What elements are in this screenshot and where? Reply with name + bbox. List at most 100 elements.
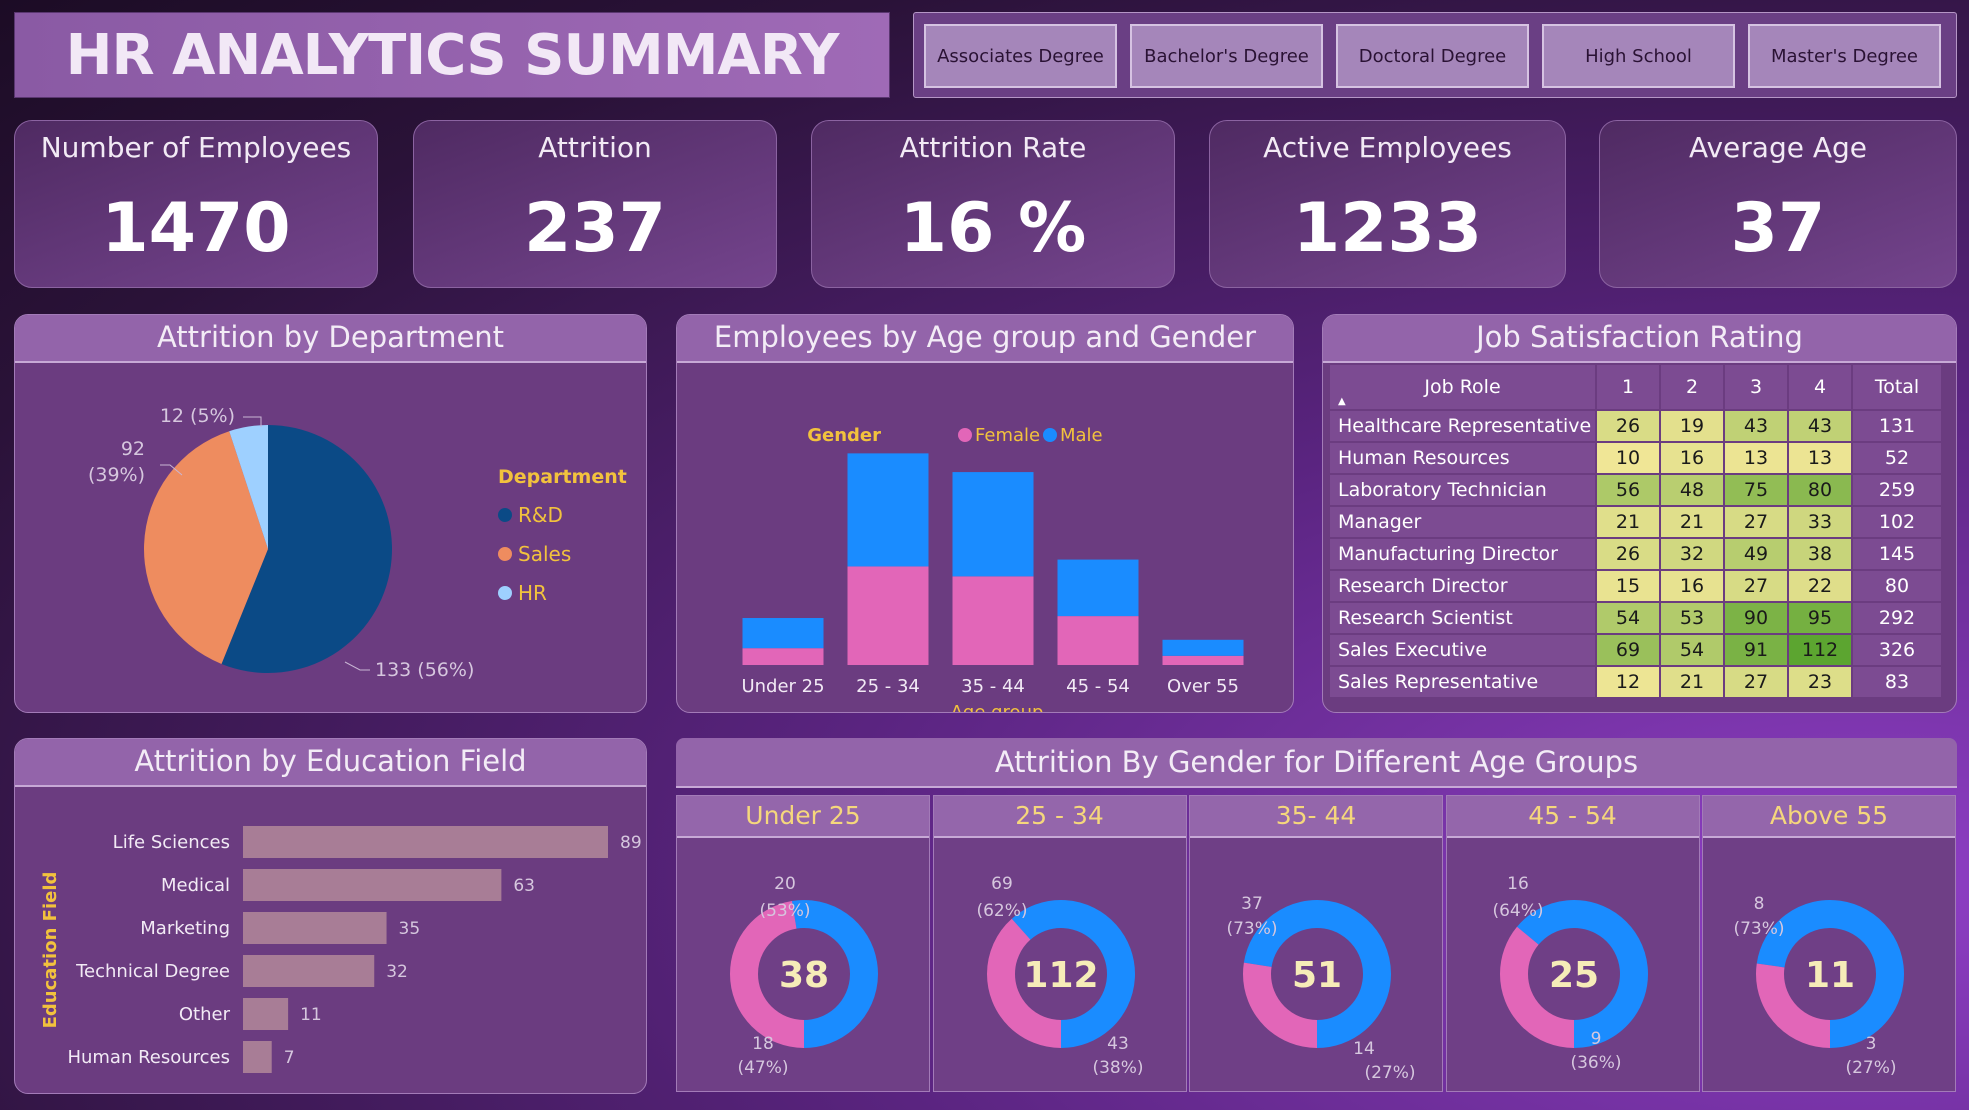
edu-value-label: 35 bbox=[399, 919, 421, 939]
slicer-masters-degree[interactable]: Master's Degree bbox=[1748, 24, 1941, 88]
bar-female bbox=[952, 576, 1034, 665]
kpi-label: Number of Employees bbox=[40, 131, 352, 164]
matrix-header-rating: 3 bbox=[1723, 363, 1789, 411]
matrix-cell: 32 bbox=[1659, 537, 1725, 571]
department-pie-chart: 133 (56%) 92 (39%) 12 (5%) Department R&D Sale… bbox=[88, 405, 627, 681]
panel-title: Attrition by Department bbox=[15, 315, 646, 363]
matrix-job-role: Laboratory Technician bbox=[1328, 473, 1597, 507]
matrix-total: 52 bbox=[1851, 441, 1943, 475]
age-gender-stacked-bar-chart: Gender Female Male Under 25 25 - 34 35 - 44 45… bbox=[741, 425, 1244, 712]
kpi-label: Active Employees bbox=[1263, 131, 1512, 164]
bar-x-tick-label: Under 25 bbox=[741, 676, 824, 697]
bar-male bbox=[952, 472, 1034, 577]
matrix-cell: 26 bbox=[1595, 537, 1661, 571]
bar-legend-female: Female bbox=[975, 425, 1040, 446]
bar-x-tick-label: 25 - 34 bbox=[856, 676, 920, 697]
bar-x-tick-label: Over 55 bbox=[1167, 676, 1239, 697]
kpi-active-employees: Active Employees 1233 bbox=[1209, 120, 1566, 288]
matrix-job-role: Sales Executive bbox=[1328, 633, 1597, 667]
edu-value-label: 63 bbox=[513, 876, 535, 896]
donut-section-title: Attrition By Gender for Different Age Gr… bbox=[676, 738, 1957, 788]
matrix-total: 326 bbox=[1851, 633, 1943, 667]
matrix-row: Manager 21 21 27 33 102 bbox=[1328, 505, 1943, 539]
matrix-cell: 112 bbox=[1787, 633, 1853, 667]
donut-center-total: 25 bbox=[1548, 955, 1598, 996]
legend-dot-icon bbox=[498, 586, 512, 600]
bar-male bbox=[1162, 639, 1244, 656]
matrix-cell: 75 bbox=[1723, 473, 1789, 507]
matrix-job-role: Human Resources bbox=[1328, 441, 1597, 475]
donut-male-count: 69 bbox=[991, 874, 1013, 894]
edu-category-label: Life Sciences bbox=[113, 832, 230, 853]
edu-category-label: Marketing bbox=[140, 918, 230, 939]
edu-y-axis-title: Education Field bbox=[40, 872, 61, 1029]
matrix-total: 259 bbox=[1851, 473, 1943, 507]
kpi-value: 1470 bbox=[101, 189, 291, 268]
donut-chart: 51 37 (73%) 14 (27%) bbox=[1226, 894, 1415, 1083]
matrix-total: 292 bbox=[1851, 601, 1943, 635]
matrix-cell: 15 bbox=[1595, 569, 1661, 603]
matrix-cell: 13 bbox=[1723, 441, 1789, 475]
matrix-header-job-role[interactable]: Job Role ▲ bbox=[1328, 363, 1597, 411]
pie-legend-item: Sales bbox=[518, 542, 571, 566]
matrix-total: 131 bbox=[1851, 409, 1943, 443]
bar-female bbox=[1057, 616, 1139, 665]
matrix-cell: 48 bbox=[1659, 473, 1725, 507]
donut-male-pct: (62%) bbox=[976, 901, 1027, 921]
pie-label-hr: 12 (5%) bbox=[160, 405, 235, 427]
matrix-job-role: Sales Representative bbox=[1328, 665, 1597, 699]
matrix-cell: 38 bbox=[1787, 537, 1853, 571]
slicer-associates-degree[interactable]: Associates Degree bbox=[924, 24, 1117, 88]
bar-female bbox=[1162, 655, 1244, 665]
kpi-attrition-rate: Attrition Rate 16 % bbox=[811, 120, 1175, 288]
slicer-doctoral-degree[interactable]: Doctoral Degree bbox=[1336, 24, 1529, 88]
pie-label-sales-count: 92 bbox=[121, 438, 145, 460]
edu-category-label: Technical Degree bbox=[75, 961, 230, 982]
dashboard-title: HR ANALYTICS SUMMARY bbox=[65, 22, 840, 88]
matrix-row: Human Resources 10 16 13 13 52 bbox=[1328, 441, 1943, 475]
education-field-bar-chart: Life Sciences 89 Medical 63 Marketing 35 Techn… bbox=[40, 826, 642, 1073]
donut-male-count: 8 bbox=[1754, 894, 1765, 914]
matrix-cell: 27 bbox=[1723, 569, 1789, 603]
matrix-cell: 21 bbox=[1595, 505, 1661, 539]
donut-chart: 112 69 (62%) 43 (38%) bbox=[976, 874, 1143, 1078]
matrix-cell: 19 bbox=[1659, 409, 1725, 443]
edu-value-label: 7 bbox=[284, 1048, 295, 1068]
donut-female-count: 43 bbox=[1107, 1034, 1129, 1054]
edu-category-label: Other bbox=[179, 1004, 231, 1025]
donut-center-total: 112 bbox=[1023, 955, 1098, 996]
slicer-bachelors-degree[interactable]: Bachelor's Degree bbox=[1130, 24, 1323, 88]
donut-female-pct: (27%) bbox=[1845, 1058, 1896, 1078]
job-satisfaction-matrix: Job Role ▲ 1 2 3 4 Total Healthcare Representat… bbox=[1328, 363, 1943, 699]
matrix-cell: 49 bbox=[1723, 537, 1789, 571]
matrix-cell: 91 bbox=[1723, 633, 1789, 667]
matrix-cell: 54 bbox=[1659, 633, 1725, 667]
legend-dot-icon bbox=[958, 428, 972, 442]
kpi-label: Average Age bbox=[1688, 131, 1868, 164]
donut-center-total: 11 bbox=[1805, 955, 1855, 996]
matrix-cell: 13 bbox=[1787, 441, 1853, 475]
bar-male bbox=[1057, 559, 1139, 617]
donut-card: 45 - 54 25 16 (64%) 9 (36%) bbox=[1445, 795, 1700, 1092]
age-gender-panel: Employees by Age group and Gender Gender… bbox=[676, 314, 1294, 713]
matrix-cell: 95 bbox=[1787, 601, 1853, 635]
donut-card: Under 25 38 20 (53%) 18 (47%) bbox=[676, 795, 930, 1092]
slicer-high-school[interactable]: High School bbox=[1542, 24, 1735, 88]
matrix-cell: 16 bbox=[1659, 569, 1725, 603]
sort-ascending-icon[interactable]: ▲ bbox=[1338, 396, 1346, 407]
donut-male-pct: (53%) bbox=[759, 901, 810, 921]
matrix-cell: 16 bbox=[1659, 441, 1725, 475]
legend-dot-icon bbox=[498, 547, 512, 561]
donut-male-pct: (73%) bbox=[1733, 919, 1784, 939]
matrix-job-role: Manufacturing Director bbox=[1328, 537, 1597, 571]
attrition-by-department-panel: Attrition by Department 133 (56%) 92 (39%)… bbox=[14, 314, 647, 713]
pie-legend-title: Department bbox=[498, 466, 627, 488]
donut-chart: 38 20 (53%) 18 (47%) bbox=[730, 874, 878, 1078]
bar-female bbox=[742, 648, 824, 665]
bar-x-tick-label: 35 - 44 bbox=[961, 676, 1025, 697]
matrix-cell: 26 bbox=[1595, 409, 1661, 443]
bar-legend-title: Gender bbox=[807, 425, 881, 446]
edu-bar bbox=[243, 912, 387, 944]
donut-card: Above 55 11 8 (73%) 3 (27%) bbox=[1702, 795, 1956, 1092]
matrix-total: 102 bbox=[1851, 505, 1943, 539]
